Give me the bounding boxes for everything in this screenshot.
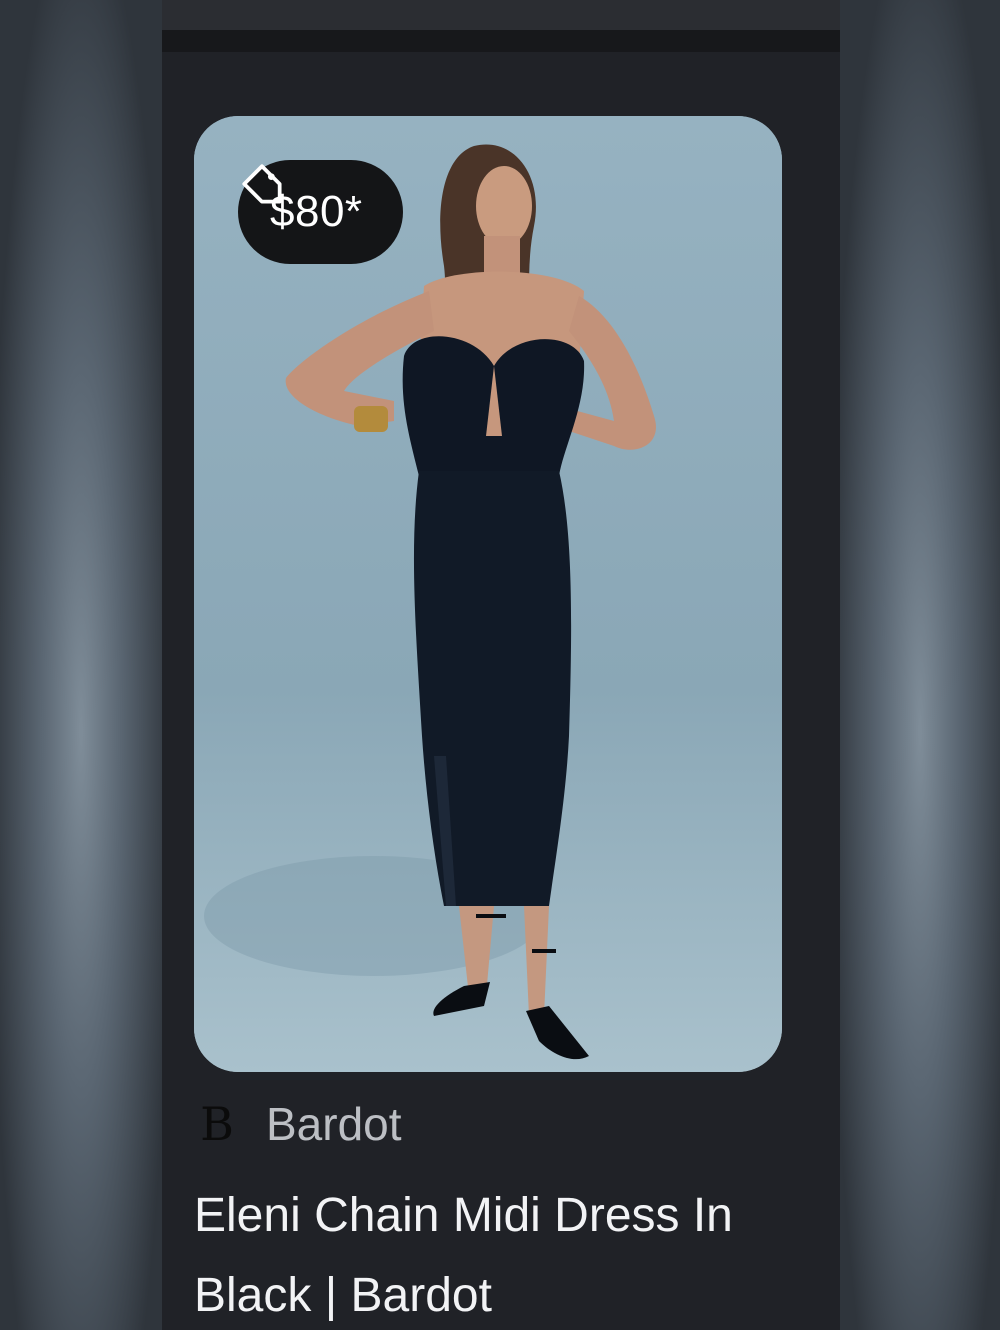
price-tag-icon xyxy=(242,164,282,204)
blurred-background-left xyxy=(0,0,162,1330)
card-divider xyxy=(162,30,840,52)
brand-logo: B xyxy=(198,1095,236,1153)
price-badge[interactable]: $80* xyxy=(238,160,403,264)
brand-logo-letter: B xyxy=(200,1097,234,1151)
brand-name: Bardot xyxy=(266,1098,402,1150)
product-image[interactable]: $80* xyxy=(194,116,782,1072)
brand-row[interactable]: B Bardot xyxy=(198,1094,402,1154)
blurred-background-right xyxy=(840,0,1000,1330)
product-title-link[interactable]: Eleni Chain Midi Dress In Black | Bardot xyxy=(194,1176,814,1330)
product-card[interactable]: $80* B Bardot Eleni Chain Midi Dress In … xyxy=(162,0,840,1330)
previous-card-edge xyxy=(162,0,840,30)
